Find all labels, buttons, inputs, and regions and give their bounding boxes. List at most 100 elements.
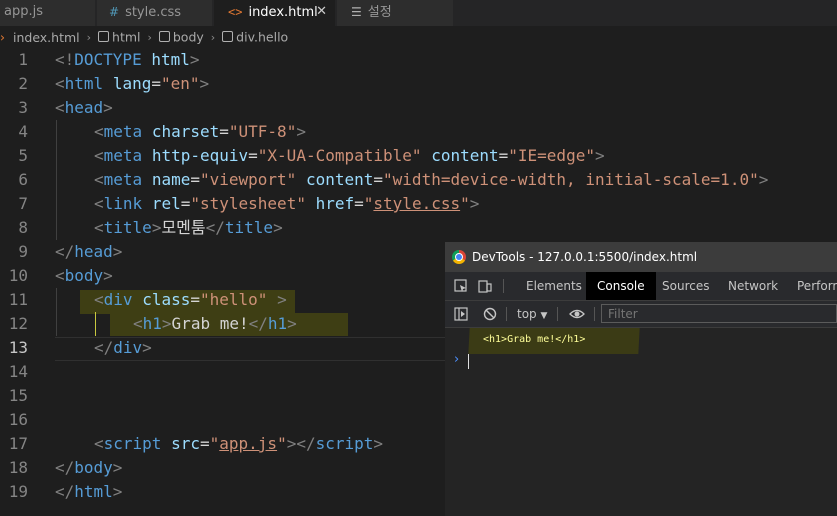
eq: = [151,74,161,93]
tab-network[interactable]: Network [728,272,778,300]
tab-label: 설정 [367,5,392,20]
punct: <! [55,50,75,69]
text-cursor [468,354,469,369]
context-selector[interactable]: top ▼ [517,301,547,329]
divider [503,279,504,293]
tab-label: index.html [248,5,318,20]
tab-performance[interactable]: Perform [797,272,837,300]
breadcrumb-file[interactable]: index.html [13,30,80,45]
code-line: </html> [55,480,122,504]
line-number: 12 [8,314,28,333]
punct: > [267,290,287,309]
tag: head [74,242,113,261]
close-icon[interactable]: ✕ [316,0,327,24]
code-line: <meta name="viewport" content="width=dev… [94,168,768,192]
string: "X-UA-Compatible" [257,146,422,165]
attr: name [151,170,191,189]
tab-elements[interactable]: Elements [526,272,582,300]
punct: > [296,122,306,141]
code-line: <title>모멘툼</title> [94,216,283,240]
settings-list-icon: ☰ [351,5,362,19]
code-line: <h1>Grab me!</h1> [133,312,297,336]
tab-app-js[interactable]: app.js [0,0,96,26]
punct: > [142,338,152,357]
punct: </ [296,434,316,453]
filter-input[interactable] [601,304,837,323]
divider [557,307,558,321]
tab-index-html[interactable]: <> index.html ✕ [214,0,336,26]
attr: rel [151,194,181,213]
tag: title [103,218,152,237]
punct: < [55,98,65,117]
chevron-right-icon: › [147,30,152,44]
line-number: 8 [18,218,28,237]
indent-guide [56,288,57,336]
punct: > [151,218,162,237]
breadcrumb-item-body[interactable]: body [173,30,204,45]
tag: script [315,434,374,453]
tag: div [113,338,143,357]
tab-label: style.css [125,5,182,20]
line-number: 6 [18,170,28,189]
code-line: <!DOCTYPE html> [55,48,200,72]
devtools-title-bar[interactable]: DevTools - 127.0.0.1:5500/index.html [445,242,837,272]
line-number: 11 [8,290,28,309]
clear-console-icon[interactable] [483,307,497,321]
string: "hello" [200,290,268,309]
eq: = [354,194,364,213]
string: "width=device-width, initial-scale=1.0" [383,170,759,189]
line-number: 15 [8,386,28,405]
line-number: 19 [8,482,28,501]
string: " [277,434,287,453]
file-link[interactable]: app.js [219,434,277,453]
eq: = [373,170,384,189]
device-toolbar-icon[interactable] [478,279,492,293]
indent-guide-active [95,312,96,336]
punct: < [94,434,104,453]
breadcrumb-item-div-hello[interactable]: div.hello [236,30,288,45]
chevron-right-icon: › [210,30,216,44]
dropdown-arrow-icon: ▼ [540,311,548,321]
devtools-title: DevTools - 127.0.0.1:5500/index.html [472,250,698,264]
cube-icon [158,31,170,42]
line-number: 7 [18,194,28,213]
code-line: </body> [55,456,122,480]
sidebar-toggle-icon[interactable] [454,307,468,321]
breadcrumb-item-html[interactable]: html [112,30,140,45]
inspect-element-icon[interactable] [454,279,468,293]
eye-icon[interactable] [569,307,585,321]
tab-console[interactable]: Console [586,272,656,300]
chevron-right-icon: › [0,29,5,45]
indent-guide [56,120,57,240]
divider [594,307,595,321]
string: " [363,194,374,213]
tab-sources[interactable]: Sources [662,272,709,300]
punct: > [287,314,297,333]
punct: </ [55,242,75,261]
punct: < [55,74,65,93]
code-line: <head> [55,96,113,120]
code-line: </div> [94,336,152,360]
punct: < [55,266,65,285]
eq: = [180,194,191,213]
text: Grab me! [171,314,249,333]
tag: html [74,482,113,501]
cube-icon [98,31,110,42]
punct: < [94,170,104,189]
line-number: 2 [18,74,28,93]
tag: head [64,98,104,117]
console-output[interactable]: <h1>Grab me!</h1> › [445,328,837,516]
tab-style-css[interactable]: # style.css [97,0,213,26]
punct: < [94,146,104,165]
file-link[interactable]: style.css [373,194,460,213]
line-number: 18 [8,458,28,477]
line-number: 5 [18,146,28,165]
eq: = [219,122,229,141]
tag: body [74,458,113,477]
tag: script [103,434,162,453]
code-line: <script src="app.js"></script> [94,432,383,456]
devtools-window: DevTools - 127.0.0.1:5500/index.html Ele… [445,242,837,516]
chevron-right-icon: › [86,30,92,44]
tab-settings[interactable]: ☰ 설정 [337,0,454,26]
